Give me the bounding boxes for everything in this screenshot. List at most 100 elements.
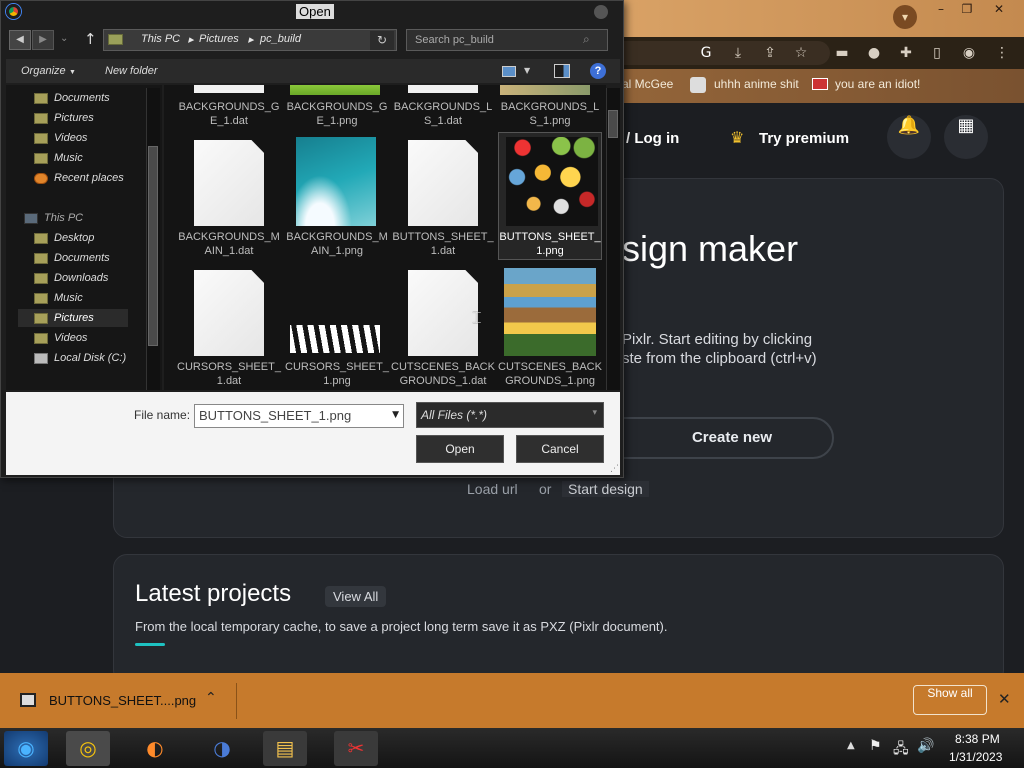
cancel-button[interactable]: Cancel	[516, 435, 604, 463]
help-icon[interactable]: ?	[590, 63, 606, 79]
file-thumbnail[interactable]	[290, 325, 380, 353]
chevron-up-icon[interactable]: ⌃	[205, 690, 217, 706]
apps-grid-icon[interactable]: ▦	[944, 115, 988, 159]
firefox-taskbar-icon[interactable]: ◐	[133, 731, 177, 766]
new-folder-button[interactable]: New folder	[105, 65, 158, 77]
start-design-link[interactable]: Start design	[562, 481, 649, 497]
search-input[interactable]: Search pc_build ⌕	[406, 29, 608, 51]
nav-item[interactable]: Downloads	[34, 269, 108, 287]
start-button[interactable]: ◉	[4, 731, 48, 766]
organize-menu[interactable]: Organize	[21, 65, 66, 77]
breadcrumb-pictures[interactable]: Pictures	[199, 33, 239, 45]
obama-app-taskbar-icon[interactable]: ◑	[200, 731, 244, 766]
view-all-button[interactable]: View All	[325, 586, 387, 607]
action-center-flag-icon[interactable]: ⚑	[869, 738, 882, 754]
side-panel-icon[interactable]: ▯	[928, 44, 946, 62]
file-name-dropdown-icon[interactable]: ▼	[392, 410, 399, 420]
profile-extension-icon[interactable]: ●	[865, 44, 883, 62]
account-avatar-icon[interactable]: ◉	[960, 44, 978, 62]
file-thumbnail[interactable]	[506, 137, 598, 226]
snipping-tool-taskbar-icon[interactable]: ✂	[334, 731, 378, 766]
file-thumbnail[interactable]	[408, 85, 478, 93]
file-name[interactable]: BACKGROUNDS_LS_1.dat	[391, 100, 495, 128]
nav-item[interactable]: Documents	[34, 249, 110, 267]
nav-item[interactable]: Recent places	[34, 169, 124, 187]
close-window-button[interactable]: ✕	[985, 2, 1013, 18]
minimize-button[interactable]: –	[927, 2, 955, 18]
extensions-puzzle-icon[interactable]: ✚	[897, 44, 915, 62]
notification-bell-icon[interactable]: 🔔	[887, 115, 931, 159]
file-thumbnail[interactable]	[194, 85, 264, 93]
preview-pane-icon[interactable]	[554, 64, 570, 78]
file-name-input[interactable]: BUTTONS_SHEET_1.png ▼	[194, 404, 404, 428]
file-thumbnail[interactable]	[290, 85, 380, 95]
tray-chevron-icon[interactable]: ▲	[847, 740, 855, 751]
file-name[interactable]: BACKGROUNDS_MAIN_1.png	[285, 230, 389, 258]
nav-item[interactable]: Music	[34, 289, 83, 307]
organize-chevron-icon[interactable]: ▼	[69, 69, 76, 76]
extension-flag-icon[interactable]: ▬	[833, 44, 851, 62]
file-type-select[interactable]: All Files (*.*) ▾	[416, 402, 604, 428]
file-name[interactable]: BACKGROUNDS_LS_1.png	[498, 100, 602, 128]
install-icon[interactable]: ⤓	[729, 44, 747, 62]
file-thumbnail[interactable]	[500, 85, 590, 95]
back-button[interactable]: ◀	[9, 30, 31, 50]
bookmark-item[interactable]: al McGee	[622, 77, 673, 91]
nav-item[interactable]: Music	[34, 149, 83, 167]
nav-item[interactable]: Desktop	[34, 229, 94, 247]
clock-time[interactable]: 8:38 PM	[955, 732, 1000, 746]
file-name[interactable]: CUTSCENES_BACKGROUNDS_1.png	[498, 360, 602, 388]
dialog-close-icon[interactable]	[594, 5, 608, 19]
file-name-selected[interactable]: BUTTONS_SHEET_1.png	[498, 230, 602, 258]
google-icon[interactable]: G	[697, 44, 715, 62]
file-name[interactable]: BACKGROUNDS_GE_1.dat	[177, 100, 281, 128]
nav-scrollbar[interactable]	[146, 88, 160, 390]
file-dat-icon[interactable]	[408, 270, 478, 356]
breadcrumb-pc-build[interactable]: pc_build	[260, 33, 301, 45]
file-dat-icon[interactable]	[194, 270, 264, 356]
file-list-scrollbar-thumb[interactable]	[608, 110, 618, 138]
file-thumbnail[interactable]	[504, 268, 596, 356]
nav-item-this-pc[interactable]: This PC	[24, 209, 83, 227]
close-download-bar-icon[interactable]: ✕	[998, 690, 1011, 708]
forward-button[interactable]: ▶	[32, 30, 54, 50]
nav-item[interactable]: Videos	[34, 329, 87, 347]
tab-search-chevron-icon[interactable]: ▾	[893, 5, 917, 29]
show-all-button[interactable]: Show all	[913, 685, 987, 715]
file-explorer-taskbar-icon[interactable]: ▤	[263, 731, 307, 766]
load-url-link[interactable]: Load url	[467, 481, 518, 497]
share-icon[interactable]: ⇪	[761, 44, 779, 62]
network-icon[interactable]: 🖧	[893, 738, 909, 762]
file-name[interactable]: CURSORS_SHEET_1.dat	[177, 360, 281, 388]
chrome-menu-icon[interactable]: ⋮	[993, 44, 1011, 62]
nav-item[interactable]: Documents	[34, 89, 110, 107]
login-link[interactable]: / Log in	[626, 130, 679, 147]
nav-item[interactable]: Videos	[34, 129, 87, 147]
download-item[interactable]: BUTTONS_SHEET....png	[49, 693, 196, 708]
file-dat-icon[interactable]	[194, 140, 264, 226]
view-options-chevron-icon[interactable]: ▼	[524, 66, 530, 75]
refresh-icon[interactable]: ↻	[370, 31, 394, 50]
file-name[interactable]: CUTSCENES_BACKGROUNDS_1.dat	[391, 360, 495, 388]
open-button[interactable]: Open	[416, 435, 504, 463]
bookmark-item[interactable]: you are an idiot!	[835, 77, 920, 91]
nav-scrollbar-thumb[interactable]	[148, 146, 158, 346]
file-name[interactable]: CURSORS_SHEET_1.png	[285, 360, 389, 388]
resize-grip-icon[interactable]: ⋰	[610, 464, 619, 474]
nav-item[interactable]: Pictures	[34, 109, 94, 127]
clock-date[interactable]: 1/31/2023	[949, 750, 1002, 764]
try-premium-link[interactable]: Try premium	[759, 130, 849, 147]
maximize-button[interactable]: ❐	[953, 2, 981, 18]
recent-locations-chevron-icon[interactable]: ⌄	[60, 33, 68, 44]
file-thumbnail[interactable]	[296, 137, 376, 226]
change-view-icon[interactable]	[502, 66, 516, 77]
nav-item[interactable]: Local Disk (C:)	[34, 349, 126, 367]
chrome-taskbar-icon[interactable]: ◎	[66, 731, 110, 766]
bookmark-star-icon[interactable]: ☆	[792, 44, 810, 62]
file-dat-icon[interactable]	[408, 140, 478, 226]
file-name[interactable]: BACKGROUNDS_GE_1.png	[285, 100, 389, 128]
search-icon[interactable]: ⌕	[583, 32, 590, 47]
file-type-dropdown-icon[interactable]: ▾	[592, 408, 597, 418]
up-arrow-icon[interactable]: ↑	[84, 30, 97, 48]
breadcrumb-this-pc[interactable]: This PC	[141, 33, 180, 45]
